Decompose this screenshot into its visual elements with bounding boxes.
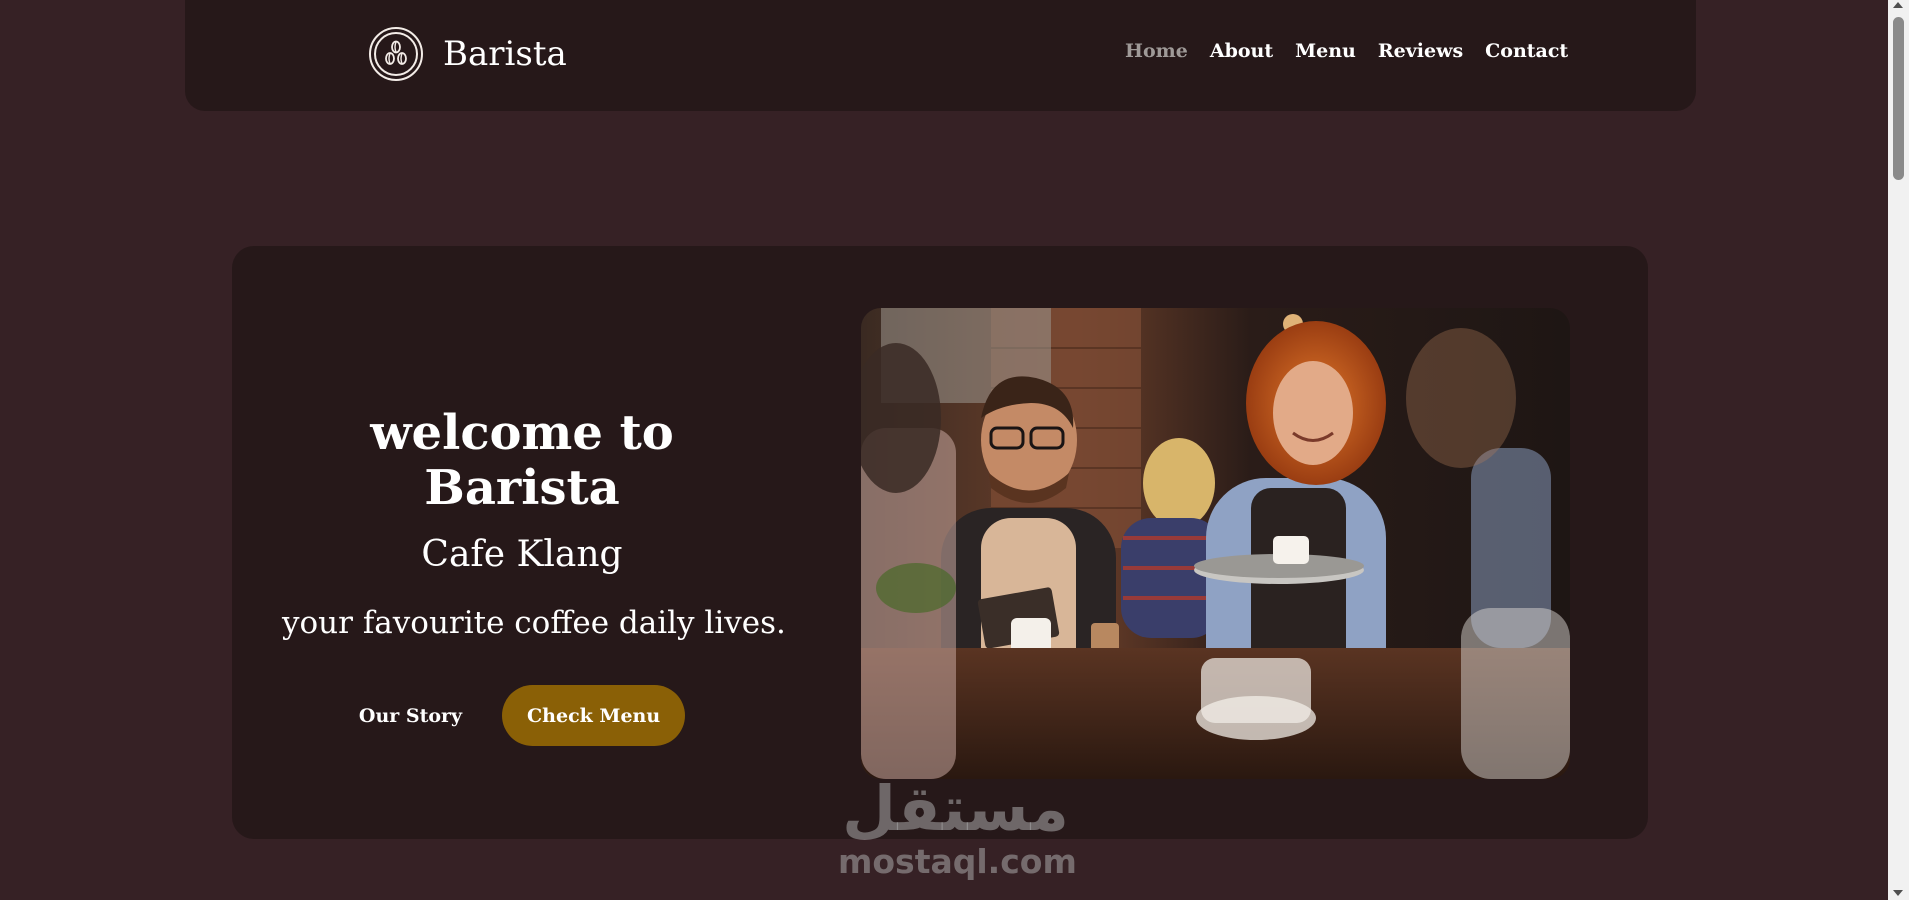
watermark-latin: mostaql.com bbox=[838, 842, 1077, 881]
watermark-arabic: مستقل bbox=[842, 772, 1069, 845]
nav-link-menu[interactable]: Menu bbox=[1295, 40, 1356, 62]
hero-tagline: your favourite coffee daily lives. bbox=[282, 605, 786, 642]
check-menu-button[interactable]: Check Menu bbox=[502, 685, 686, 747]
watermark: مستقل mostaql.com bbox=[838, 772, 1077, 882]
hero-buttons: Our Story Check Menu bbox=[282, 685, 762, 747]
nav-link-home[interactable]: Home bbox=[1125, 40, 1188, 62]
brand-logo bbox=[369, 27, 423, 81]
scroll-up-arrow-icon[interactable] bbox=[1893, 2, 1903, 8]
site-navbar: Barista Home About Menu Reviews Contact bbox=[185, 0, 1696, 111]
main-nav: Home About Menu Reviews Contact bbox=[1125, 40, 1568, 62]
scroll-down-arrow-icon[interactable] bbox=[1893, 890, 1903, 896]
nav-link-reviews[interactable]: Reviews bbox=[1378, 40, 1463, 62]
nav-link-contact[interactable]: Contact bbox=[1485, 40, 1568, 62]
hero-text: welcome to Barista Cafe Klang your favou… bbox=[282, 405, 786, 747]
coffee-beans-icon bbox=[374, 32, 418, 76]
vertical-scrollbar[interactable] bbox=[1888, 0, 1909, 900]
hero-subtitle: Cafe Klang bbox=[421, 534, 623, 576]
hero-image bbox=[861, 308, 1570, 779]
brand-name: Barista bbox=[443, 34, 567, 74]
brand[interactable]: Barista bbox=[369, 26, 567, 82]
nav-link-about[interactable]: About bbox=[1210, 40, 1273, 62]
hero-title: welcome to Barista bbox=[370, 405, 674, 517]
hero-section: welcome to Barista Cafe Klang your favou… bbox=[232, 246, 1648, 839]
our-story-button[interactable]: Our Story bbox=[359, 705, 462, 727]
scrollbar-thumb[interactable] bbox=[1893, 17, 1904, 180]
